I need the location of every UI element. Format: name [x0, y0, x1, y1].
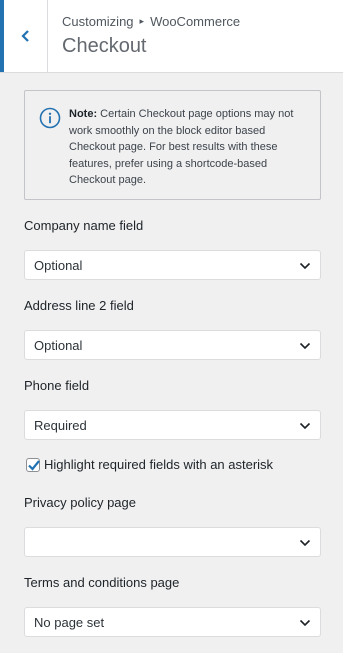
company-name-select[interactable]: Optional [24, 250, 321, 280]
chevron-down-icon [299, 539, 311, 547]
notice-body: Certain Checkout page options may not wo… [69, 108, 294, 186]
info-icon [39, 107, 61, 129]
terms-conditions-select[interactable]: No page set [24, 607, 321, 637]
chevron-down-icon [299, 619, 311, 627]
notice-label: Note: [69, 108, 98, 120]
chevron-left-icon [20, 30, 29, 42]
highlight-required-label: Highlight required fields with an asteri… [44, 457, 274, 472]
chevron-down-icon [299, 422, 311, 430]
company-name-value: Optional [34, 258, 83, 273]
block-editor-notice: Note: Certain Checkout page options may … [24, 90, 321, 200]
highlight-required-option[interactable]: Highlight required fields with an asteri… [26, 457, 273, 472]
breadcrumb-separator: ▸ [139, 16, 145, 26]
breadcrumb-section: WooCommerce [150, 14, 241, 29]
phone-select[interactable]: Required [24, 410, 321, 440]
header-title-group: Customizing ▸ WooCommerce Checkout [62, 14, 240, 58]
address-line2-value: Optional [34, 338, 83, 353]
terms-conditions-label: Terms and conditions page [24, 575, 180, 590]
address-line2-label: Address line 2 field [24, 298, 134, 313]
privacy-policy-label: Privacy policy page [24, 495, 136, 510]
privacy-policy-select[interactable] [24, 527, 321, 557]
back-button[interactable] [0, 0, 48, 72]
phone-value: Required [34, 418, 87, 433]
terms-conditions-value: No page set [34, 615, 105, 630]
chevron-down-icon [299, 342, 311, 350]
phone-label: Phone field [24, 378, 90, 393]
company-name-label: Company name field [24, 218, 144, 233]
checkmark-icon [28, 459, 40, 471]
customizer-header: Customizing ▸ WooCommerce Checkout [0, 0, 343, 73]
address-line2-select[interactable]: Optional [24, 330, 321, 360]
breadcrumb: Customizing ▸ WooCommerce [62, 14, 240, 29]
page-title: Checkout [62, 35, 147, 57]
chevron-down-icon [299, 262, 311, 270]
highlight-required-checkbox[interactable] [26, 457, 40, 472]
notice-text: Note: Certain Checkout page options may … [69, 106, 309, 189]
breadcrumb-parent: Customizing [62, 14, 134, 29]
